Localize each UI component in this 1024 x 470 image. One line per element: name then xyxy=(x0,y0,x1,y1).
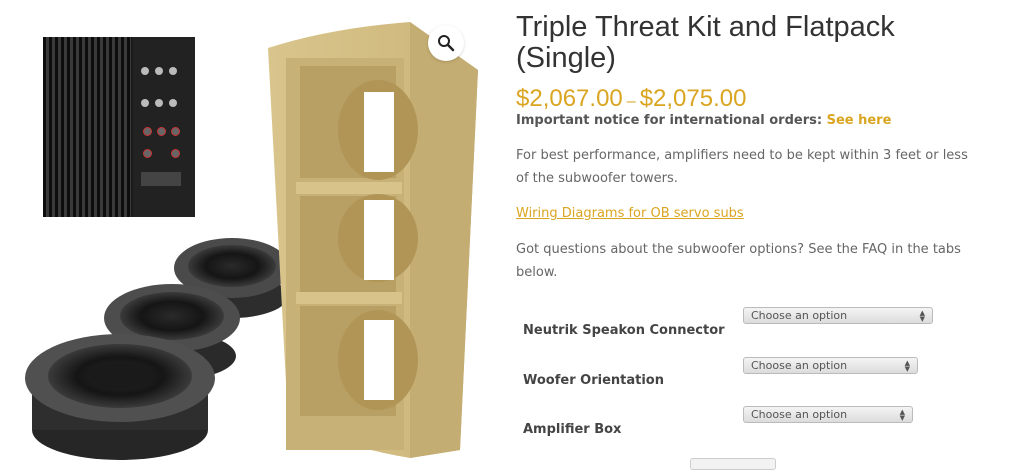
up-down-arrow-icon: ▲ ▼ xyxy=(899,407,905,422)
see-here-link[interactable]: See here xyxy=(827,113,892,128)
woofer-orientation-select-value: Choose an option xyxy=(751,359,848,372)
price-separator: – xyxy=(626,93,636,110)
faq-note: Got questions about the subwoofer option… xyxy=(516,242,961,280)
woofer-orientation-label: Woofer Orientation xyxy=(523,373,664,388)
price-high: $2,075.00 xyxy=(639,85,747,112)
cabinet-tower-image xyxy=(268,22,478,458)
price-range: $2,067.00– $2,075.00 xyxy=(516,85,746,113)
international-notice: Important notice for international order… xyxy=(516,113,891,128)
up-down-arrow-icon: ▲ ▼ xyxy=(904,358,910,373)
speakon-select-value: Choose an option xyxy=(751,309,848,322)
amplifier-distance-note: For best performance, amplifiers need to… xyxy=(516,148,968,186)
subwoofer-drivers-image[interactable] xyxy=(0,0,500,464)
amplifier-box-select-value: Choose an option xyxy=(751,408,848,421)
amplifier-box-label: Amplifier Box xyxy=(523,422,622,437)
amplifier-box-select[interactable]: Choose an option ▲ ▼ xyxy=(743,406,913,423)
product-gallery[interactable] xyxy=(0,0,500,464)
wiring-diagrams-link[interactable]: Wiring Diagrams for OB servo subs xyxy=(516,206,744,221)
product-title: Triple Threat Kit and Flatpack (Single) xyxy=(516,11,895,74)
speakon-label: Neutrik Speakon Connector xyxy=(523,323,725,338)
zoom-button[interactable] xyxy=(428,25,464,61)
partial-button[interactable] xyxy=(690,458,776,470)
woofer-orientation-select[interactable]: Choose an option ▲ ▼ xyxy=(743,357,918,374)
price-low: $2,067.00 xyxy=(516,85,623,112)
up-down-arrow-icon: ▲ ▼ xyxy=(919,308,925,323)
magnifier-icon xyxy=(438,35,455,52)
speakon-select[interactable]: Choose an option ▲ ▼ xyxy=(743,307,933,324)
notice-text: Important notice for international order… xyxy=(516,113,823,128)
